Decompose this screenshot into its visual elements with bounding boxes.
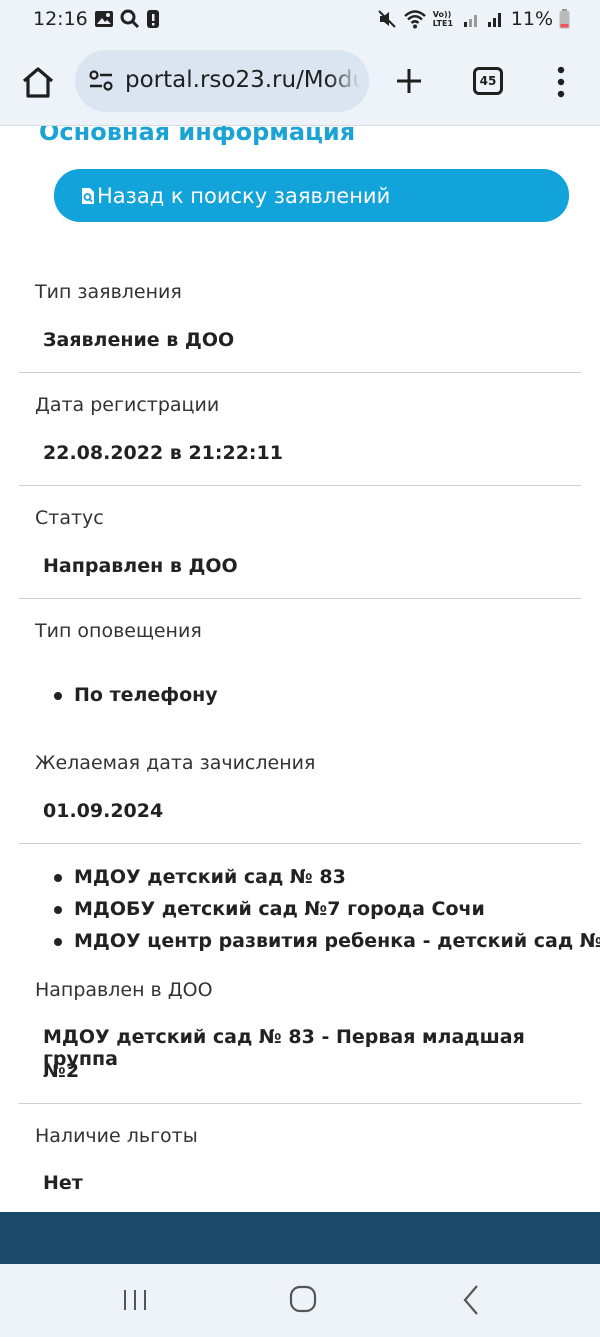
- status-notification-icons: [94, 9, 160, 29]
- battery-percent: 11%: [510, 8, 553, 30]
- gallery-icon: [95, 11, 113, 27]
- divider: [19, 1103, 581, 1104]
- field-value-directed-line2: №2: [43, 1060, 80, 1082]
- field-label-benefit: Наличие льготы: [35, 1125, 198, 1147]
- divider: [19, 843, 581, 844]
- search-icon: [120, 9, 140, 29]
- system-nav-bar: [0, 1264, 600, 1337]
- network-label: Vo)) LTE1: [432, 10, 454, 28]
- site-settings-icon[interactable]: [89, 70, 113, 92]
- list-item: По телефону: [54, 679, 218, 711]
- kindergarten-list: МДОУ детский сад № 83 МДОБУ детский сад …: [54, 861, 600, 957]
- list-item: МДОУ центр развития ребенка - детский са…: [54, 925, 600, 957]
- signal-icon-2: [487, 13, 501, 27]
- mute-icon: [378, 10, 396, 28]
- field-value-type: Заявление в ДОО: [43, 329, 235, 351]
- address-bar[interactable]: portal.rso23.ru/Modu: [75, 50, 369, 112]
- status-right: Vo)) LTE1 11%: [377, 8, 570, 30]
- url-fade: [329, 50, 369, 112]
- back-button-label: Назад к поиску заявлений: [97, 183, 391, 208]
- signal-icon-1: [463, 15, 477, 27]
- page-content: Основная информация Назад к поиску заявл…: [0, 126, 600, 1212]
- list-item: МДОУ детский сад № 83: [54, 861, 600, 893]
- divider: [19, 485, 581, 486]
- section-title: Основная информация: [39, 126, 356, 146]
- search-document-icon: [82, 187, 94, 204]
- field-value-directed-line1: МДОУ детский сад № 83 - Первая младшая г…: [43, 1026, 525, 1070]
- field-label-type: Тип заявления: [35, 281, 182, 303]
- field-label-status: Статус: [35, 507, 104, 529]
- wifi-icon: [403, 10, 426, 29]
- browser-toolbar: portal.rso23.ru/Modu 45: [0, 40, 600, 126]
- site-footer: [0, 1212, 600, 1264]
- back-to-search-button[interactable]: Назад к поиску заявлений: [54, 169, 569, 222]
- recents-icon[interactable]: [122, 1288, 148, 1312]
- list-item: МДОБУ детский сад №7 города Сочи: [54, 893, 600, 925]
- circle-home-icon[interactable]: [289, 1285, 317, 1313]
- more-vert-icon[interactable]: [553, 65, 569, 99]
- status-time: 12:16: [33, 8, 88, 30]
- chevron-left-icon[interactable]: [461, 1284, 481, 1316]
- plus-icon[interactable]: [394, 66, 424, 96]
- field-label-reg-date: Дата регистрации: [35, 394, 220, 416]
- field-label-desired-date: Желаемая дата зачисления: [35, 752, 316, 774]
- notify-list: По телефону: [54, 679, 218, 711]
- field-value-benefit: Нет: [43, 1172, 83, 1194]
- battery-icon: [559, 9, 570, 29]
- home-icon[interactable]: [20, 64, 56, 100]
- field-value-status: Направлен в ДОО: [43, 555, 238, 577]
- divider: [19, 372, 581, 373]
- field-label-directed: Направлен в ДОО: [35, 979, 213, 1001]
- status-bar: 12:16 Vo)) LTE1 11%: [0, 0, 600, 40]
- divider: [19, 598, 581, 599]
- field-value-desired-date: 01.09.2024: [43, 800, 164, 822]
- field-label-notify: Тип оповещения: [35, 620, 202, 642]
- field-value-reg-date: 22.08.2022 в 21:22:11: [43, 442, 283, 464]
- tabs-icon[interactable]: 45: [473, 67, 503, 95]
- alert-icon: [147, 10, 159, 28]
